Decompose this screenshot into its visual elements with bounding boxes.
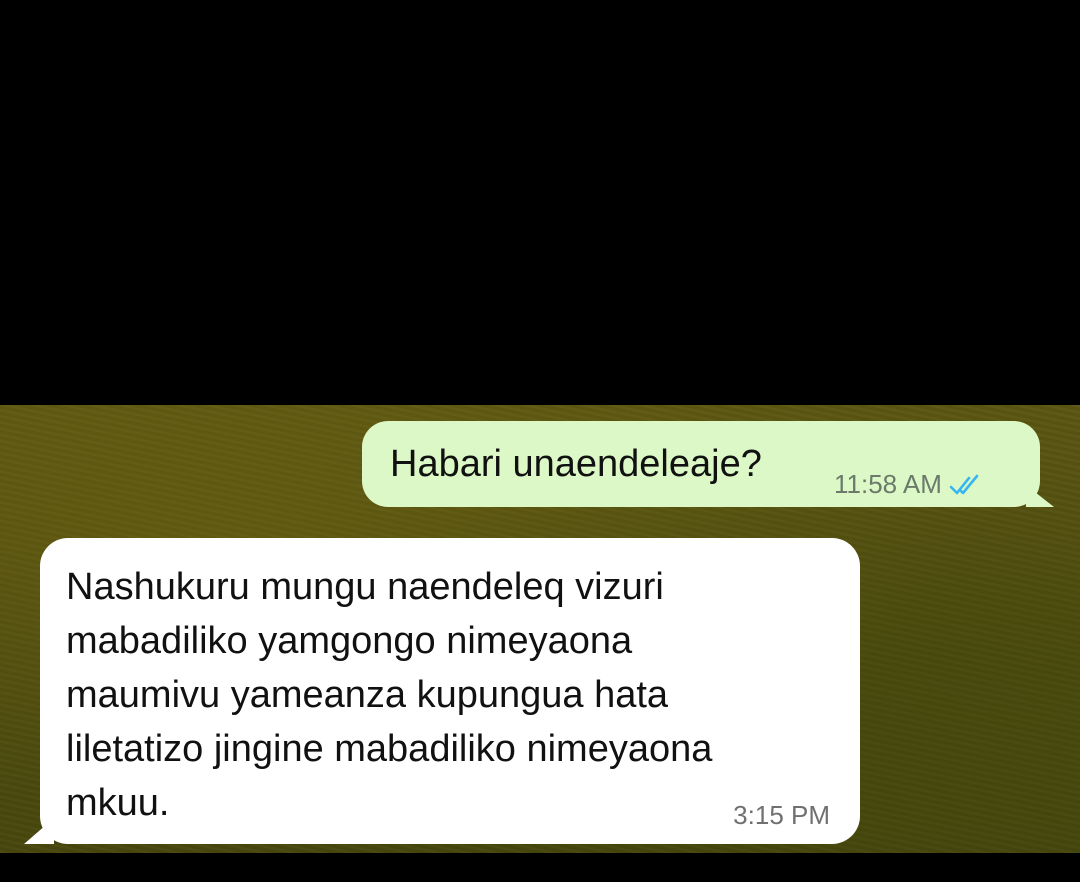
bubble-tail <box>1026 485 1054 507</box>
incoming-message-bubble[interactable]: Nashukuru mungu naendeleq vizuri mabadil… <box>24 538 860 844</box>
letterbox-bottom <box>0 853 1080 882</box>
double-check-icon <box>949 474 979 494</box>
letterbox-top <box>0 0 1080 405</box>
message-time: 11:58 AM <box>834 469 942 499</box>
message-line: mabadiliko yamgongo nimeyaona <box>66 620 633 662</box>
message-line: liletatizo jingine mabadiliko nimeyaona <box>66 728 713 770</box>
message-text: Habari unaendeleaje? <box>390 443 762 485</box>
message-line: Nashukuru mungu naendeleq vizuri <box>66 566 664 608</box>
message-text: Nashukuru mungu naendeleq vizuri mabadil… <box>66 560 836 830</box>
outgoing-message-bubble[interactable]: Habari unaendeleaje? 11:58 AM <box>362 421 1054 507</box>
message-time: 3:15 PM <box>733 800 830 830</box>
chat-screenshot: Habari unaendeleaje? 11:58 AM Nashukuru … <box>0 0 1080 882</box>
message-line: maumivu yameanza kupungua hata <box>66 674 669 716</box>
bubble-tail <box>24 818 54 844</box>
message-line: mkuu. <box>66 782 170 824</box>
message-meta: 11:58 AM <box>834 469 988 500</box>
